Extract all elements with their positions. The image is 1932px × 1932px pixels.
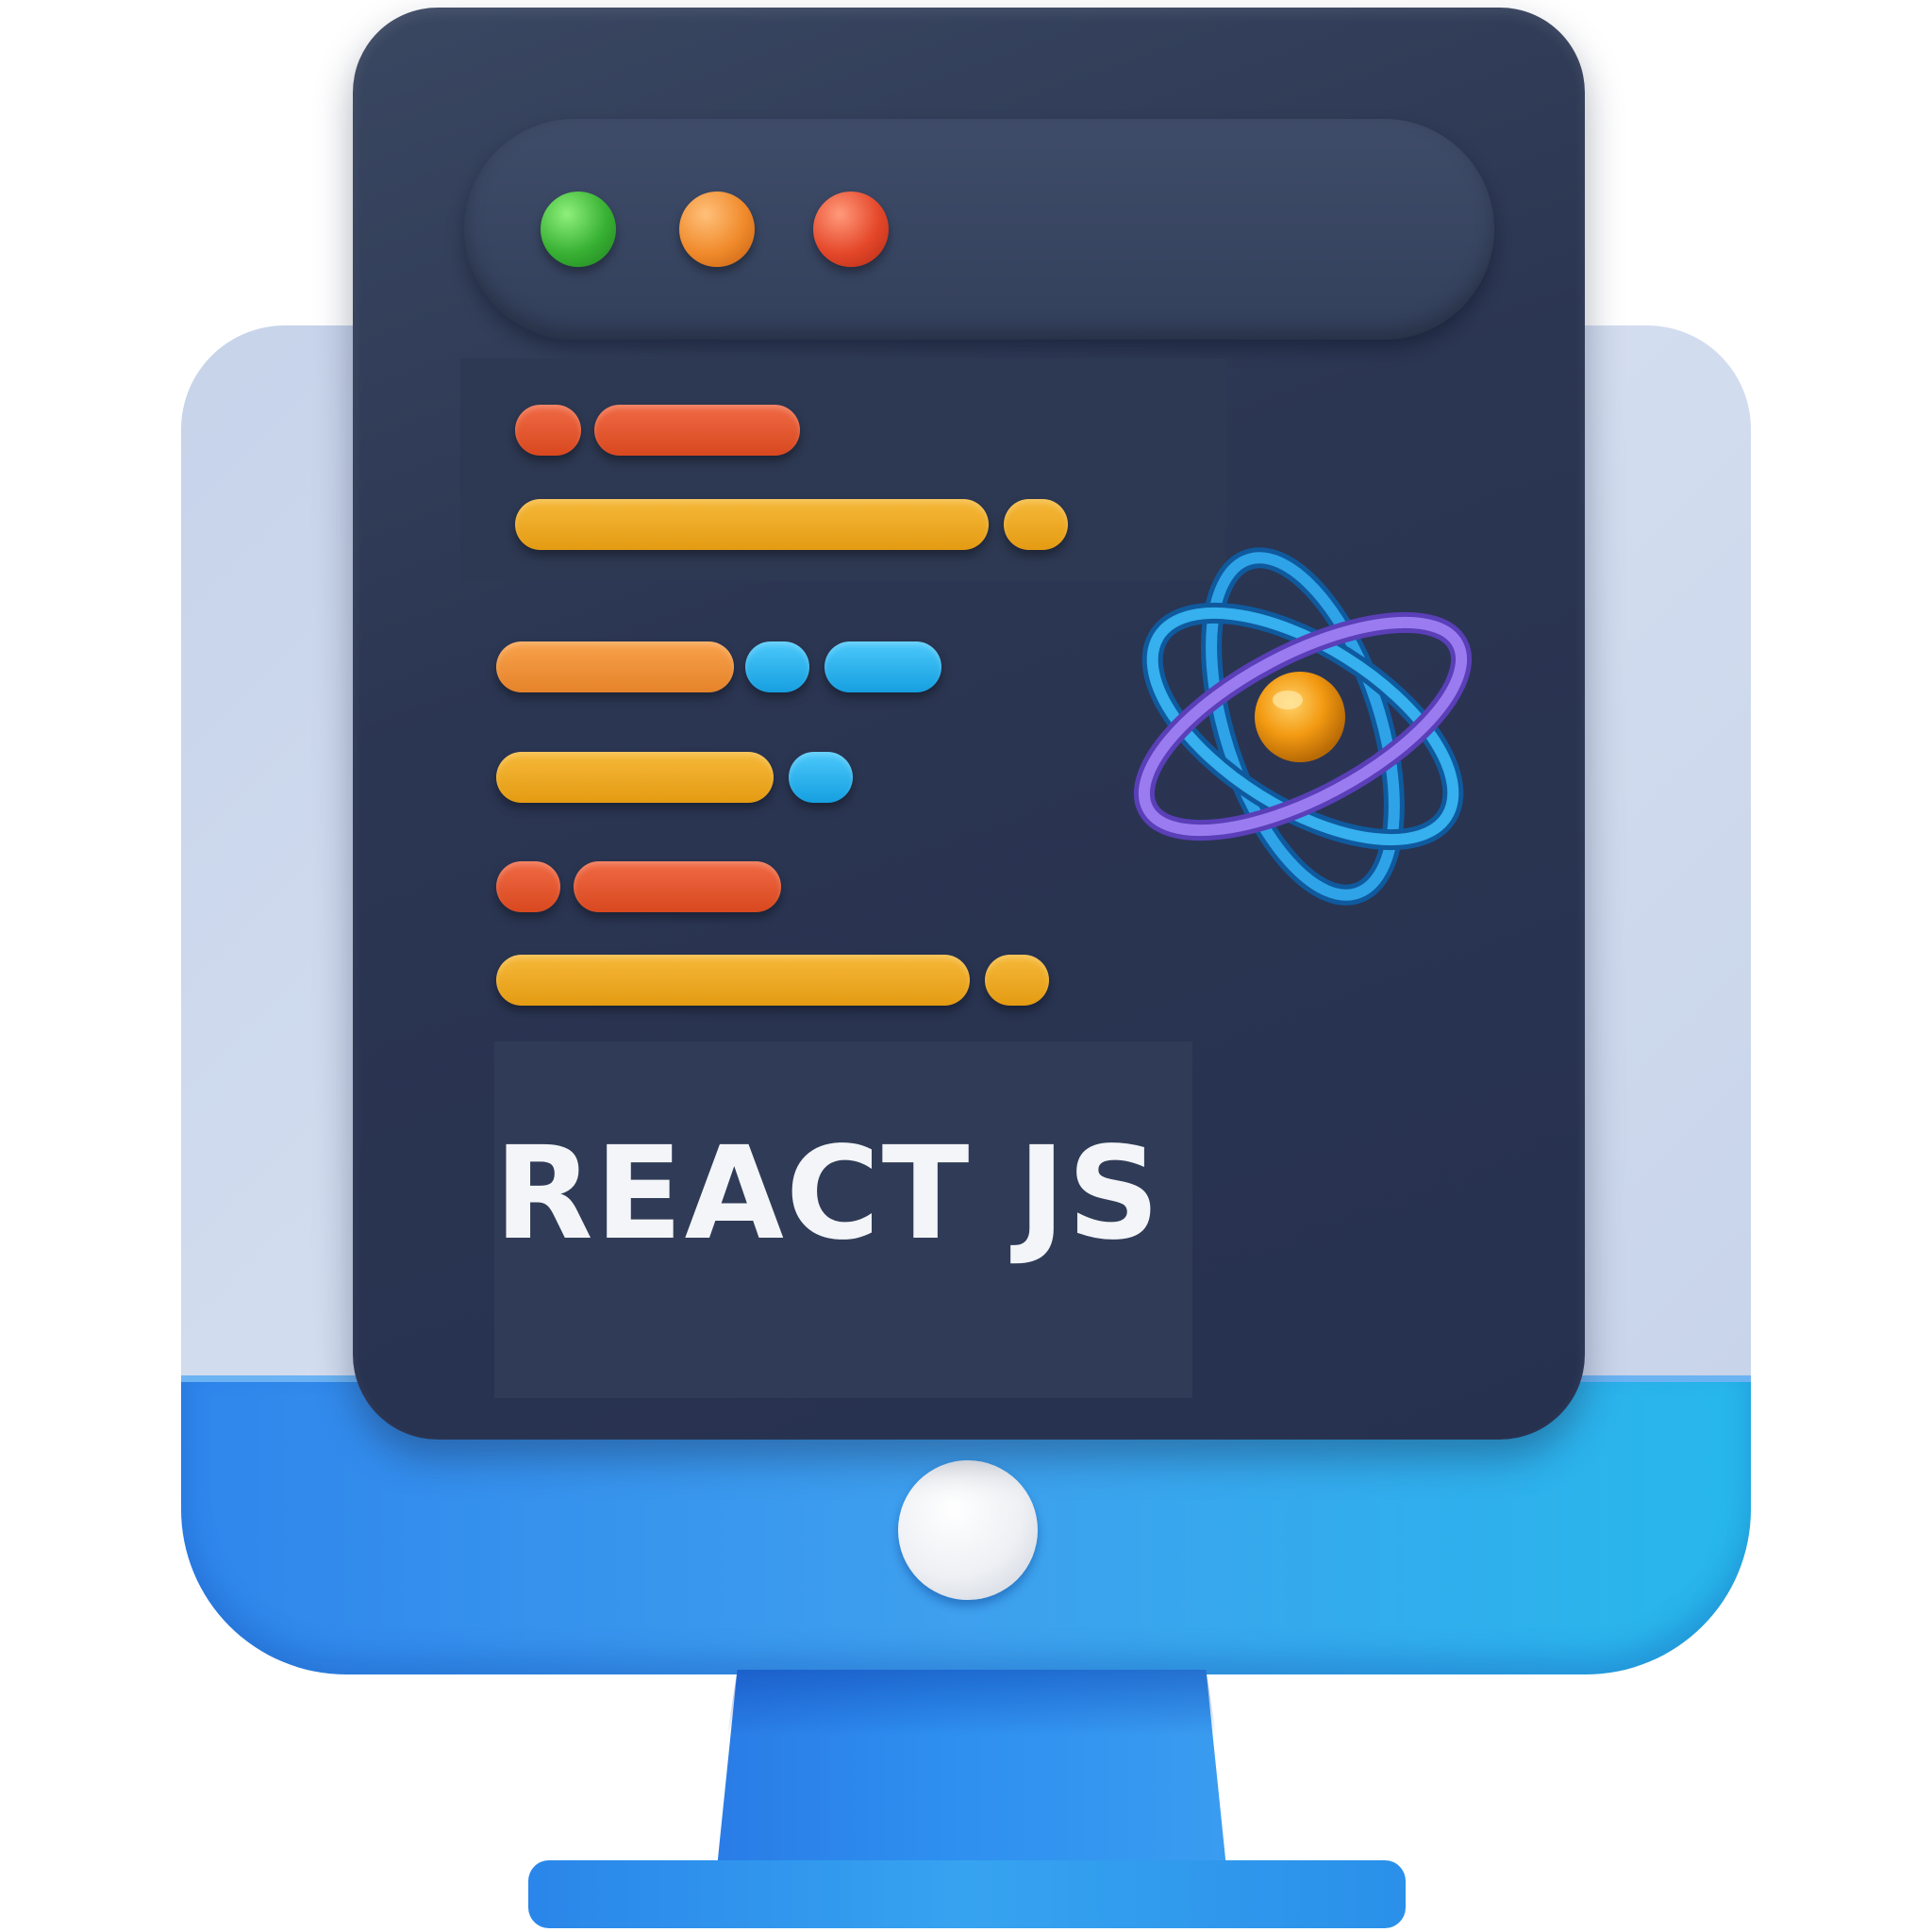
code-token (496, 955, 970, 1006)
code-token (824, 641, 941, 692)
code-token (515, 405, 581, 456)
window-dot-green-icon (541, 192, 616, 267)
react-js-title: REACT JS (494, 1120, 1162, 1269)
code-token (594, 405, 800, 456)
code-token (1004, 499, 1068, 550)
window-dot-orange-icon (679, 192, 755, 267)
code-token (789, 752, 853, 803)
window-title-bar (464, 119, 1494, 340)
monitor-stand-base (528, 1860, 1406, 1928)
power-button-icon (898, 1460, 1038, 1600)
code-token (496, 861, 560, 912)
window-dot-red-icon (813, 192, 889, 267)
code-token (985, 955, 1049, 1006)
monitor-stand-shadow (726, 1670, 1217, 1736)
code-token (745, 641, 809, 692)
code-token (496, 641, 734, 692)
code-token (574, 861, 781, 912)
atom-icon (1133, 547, 1473, 906)
code-token (496, 752, 774, 803)
code-token (515, 499, 989, 550)
